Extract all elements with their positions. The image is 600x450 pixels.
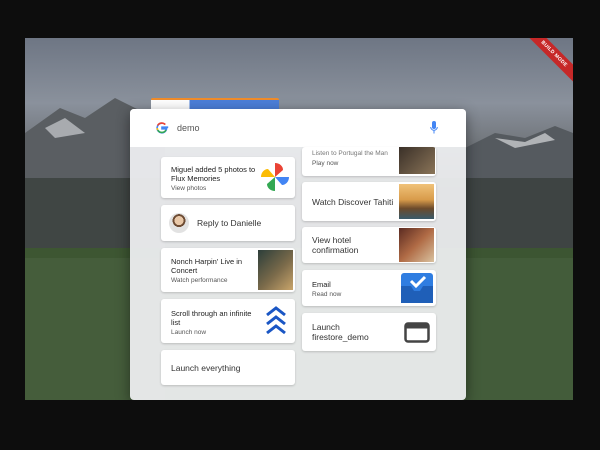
tahiti-photo (399, 184, 434, 219)
card-subtitle: Play now (312, 160, 339, 167)
microphone-icon[interactable] (430, 121, 438, 135)
card-discover-tahiti[interactable]: Watch Discover Tahiti (302, 182, 436, 221)
search-input[interactable]: demo (177, 123, 200, 133)
card-infinite-list[interactable]: Scroll through an infinite list Launch n… (161, 299, 295, 343)
concert-photo (258, 250, 293, 290)
card-subtitle: Launch now (171, 329, 207, 336)
avatar (169, 213, 189, 233)
pinwheel-photos-icon (261, 163, 289, 191)
card-concert[interactable]: Nonch Harpin' Live in Concert Watch perf… (161, 248, 295, 292)
card-title: Nonch Harpin' Live in Concert (171, 257, 243, 275)
card-launch-everything[interactable]: Launch everything (161, 350, 295, 385)
card-title: Scroll through an infinite list (171, 309, 252, 327)
inbox-icon (401, 273, 433, 303)
card-title: Listen to Portugal the Man (312, 150, 388, 157)
card-title: Launch everything (171, 363, 241, 373)
window-icon (404, 322, 430, 343)
card-title: View hotel confirmation (312, 235, 359, 255)
card-title: Miguel added 5 photos to Flux Memories (171, 165, 256, 183)
hotel-photo (399, 228, 434, 262)
card-reply-danielle[interactable]: Reply to Danielle (161, 205, 295, 241)
card-launch-firestore[interactable]: Launch firestore_demo (302, 313, 436, 351)
app-launcher-panel: demo Miguel added 5 photos to Flux Memor… (130, 109, 466, 400)
card-hotel-confirmation[interactable]: View hotel confirmation (302, 227, 436, 263)
card-title: Email (312, 280, 331, 289)
desktop-screen: BUILD MODE demo Miguel added 5 photos to… (25, 38, 573, 400)
chevrons-up-icon (266, 306, 286, 335)
google-g-icon (155, 121, 169, 135)
card-title: Launch firestore_demo (312, 322, 369, 342)
card-flux-photos[interactable]: Miguel added 5 photos to Flux Memories V… (161, 157, 295, 198)
card-title: Reply to Danielle (197, 218, 262, 228)
card-subtitle: View photos (171, 185, 207, 192)
card-subtitle: Watch performance (171, 277, 228, 284)
album-photo (399, 147, 435, 174)
search-bar[interactable]: demo (130, 109, 466, 147)
card-email[interactable]: Email Read now (302, 270, 436, 306)
card-portugal-the-man[interactable]: Listen to Portugal the Man Play now (302, 147, 436, 176)
card-subtitle: Read now (312, 291, 342, 298)
card-title: Watch Discover Tahiti (312, 197, 394, 207)
